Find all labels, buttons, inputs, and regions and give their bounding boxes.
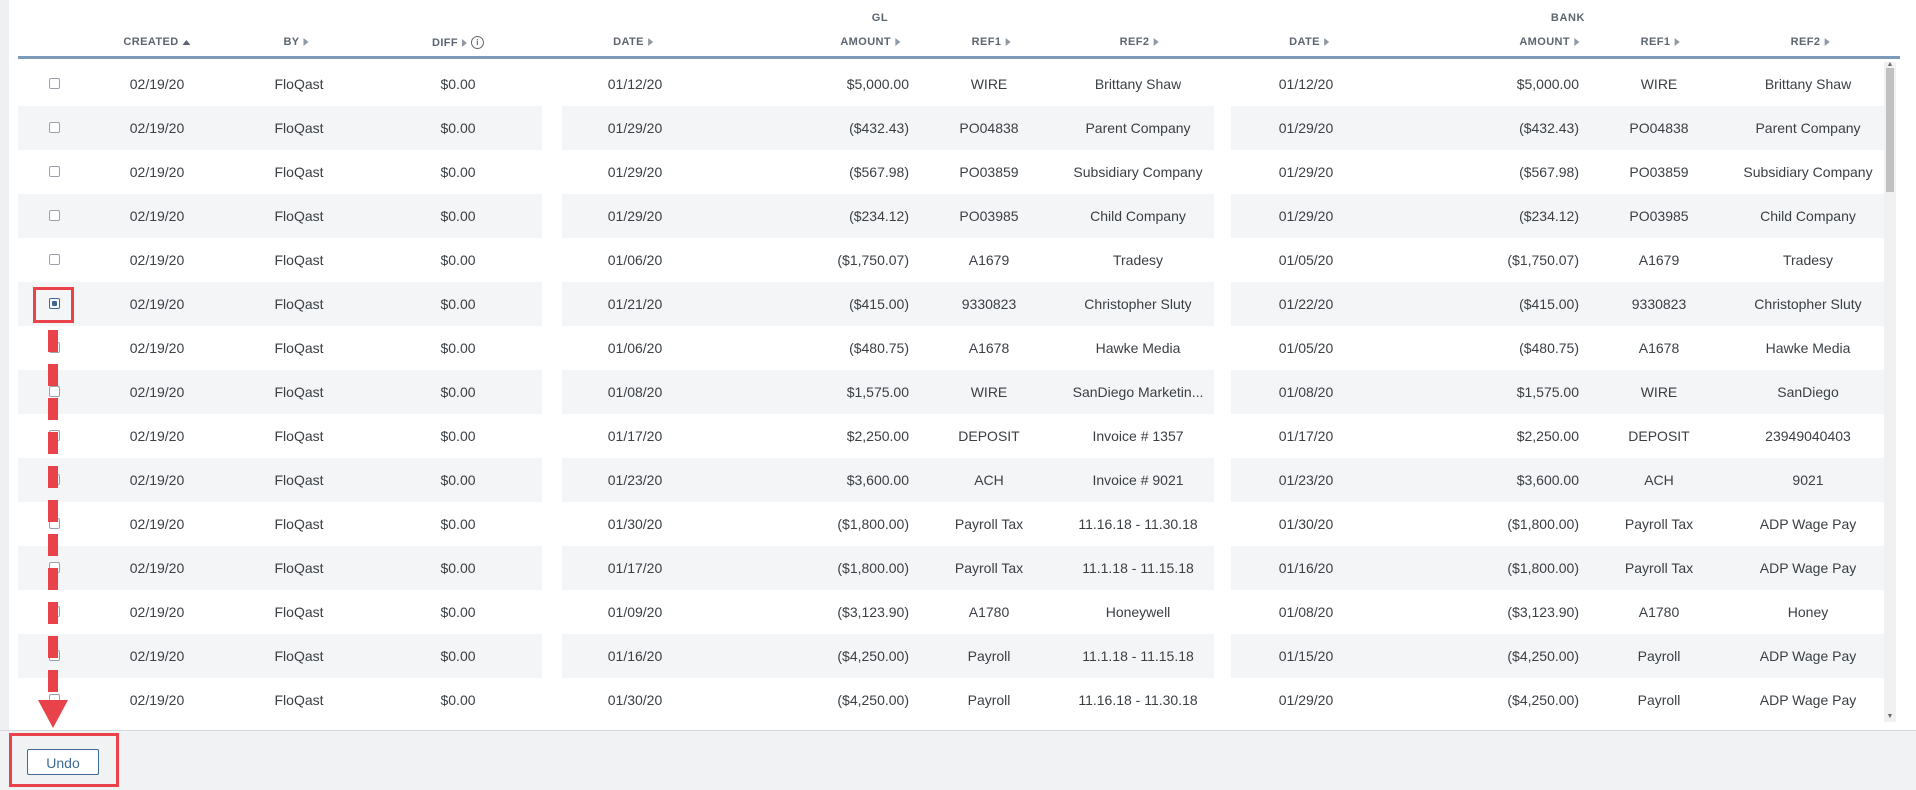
reconciliation-view: GL BANK CREATED BY DIFF i DATE AMOUNT RE… xyxy=(0,0,1916,790)
undo-highlight-box xyxy=(9,733,119,787)
arrow-head-icon xyxy=(38,700,68,728)
guide-arrow xyxy=(38,330,68,728)
